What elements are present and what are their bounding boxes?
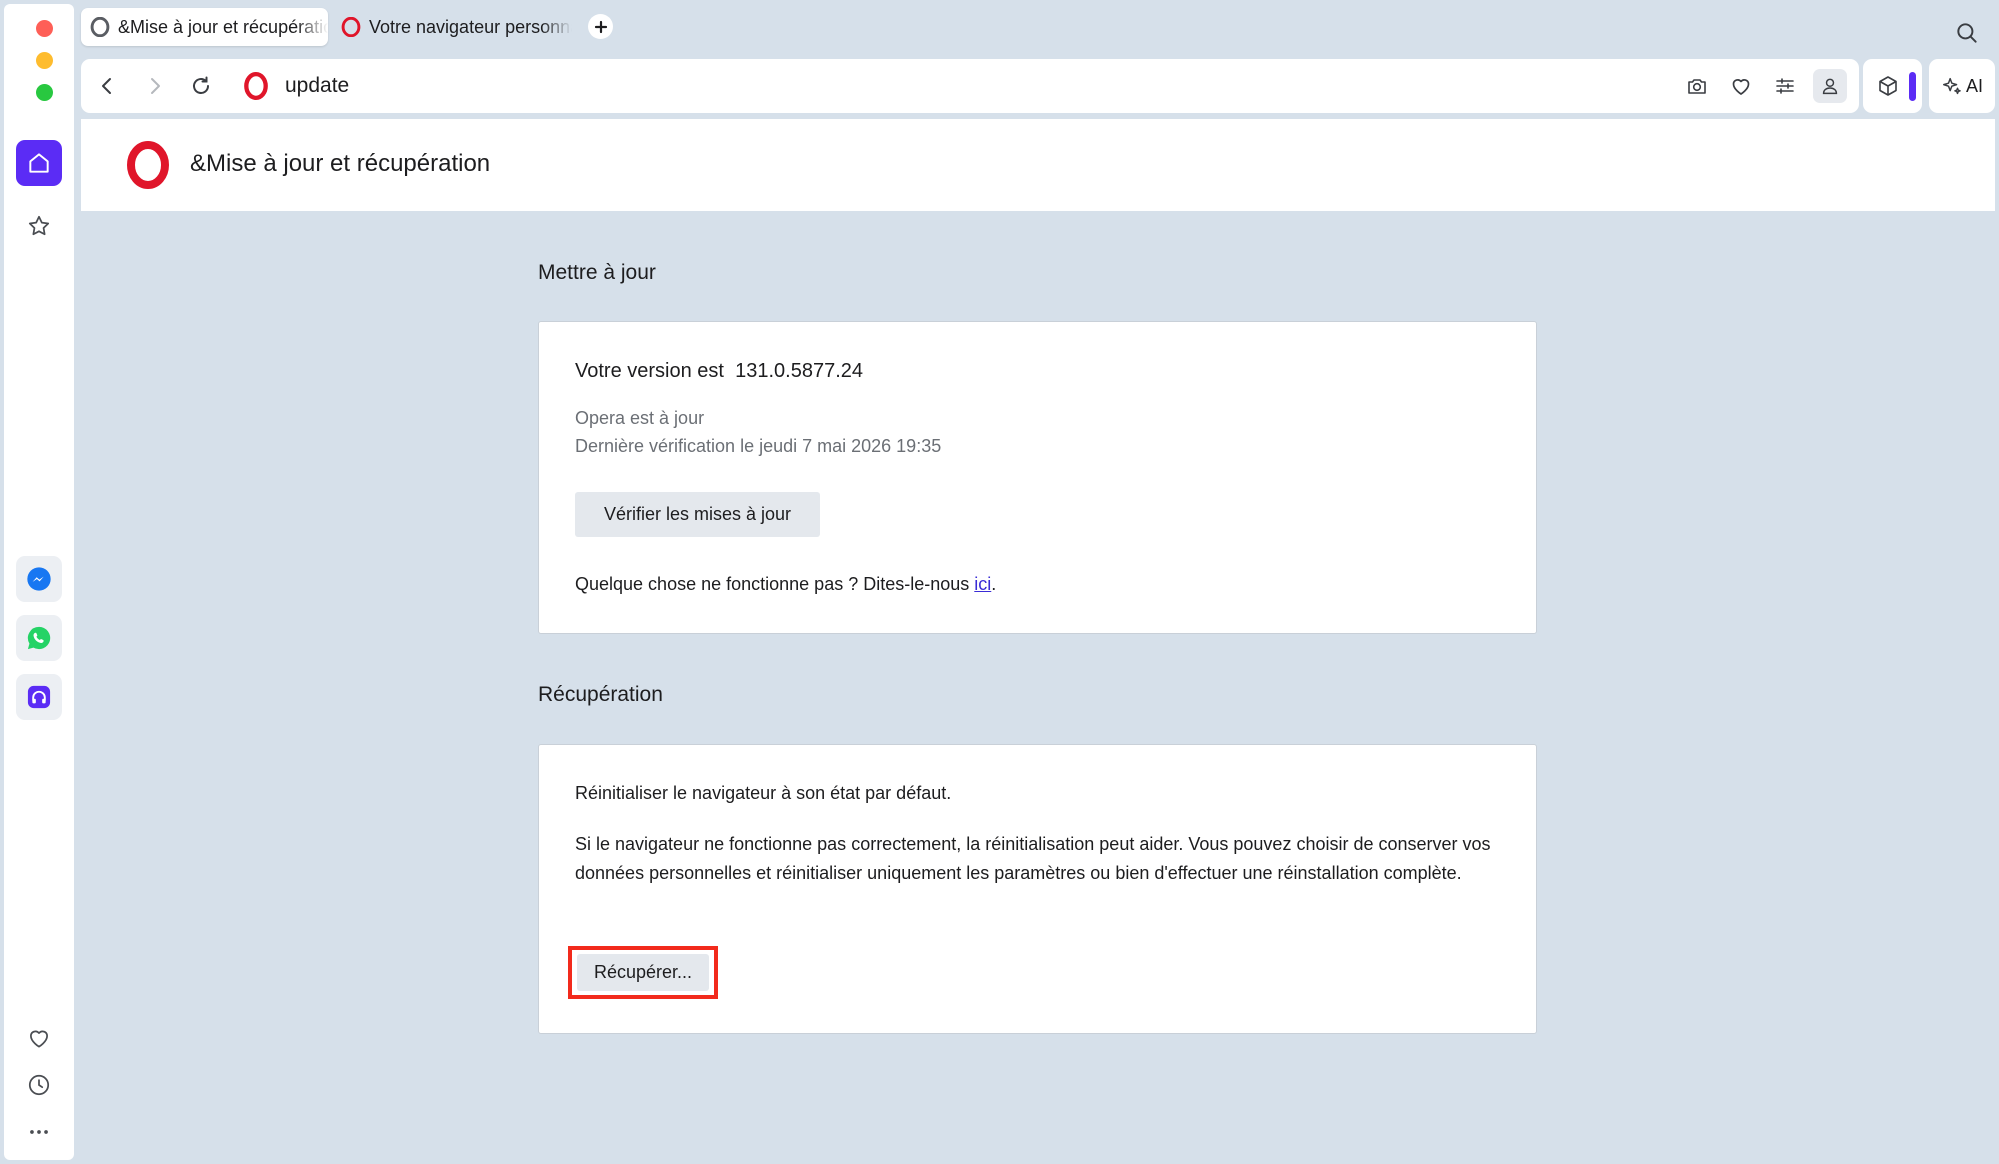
heart-icon [1732,79,1750,95]
opera-logo-icon [341,17,361,37]
chevron-right-icon [151,78,160,94]
recover-button[interactable]: Récupérer... [577,954,709,991]
check-updates-button[interactable]: Vérifier les mises à jour [575,492,820,537]
page-header: &Mise à jour et récupération [81,119,1995,211]
ai-sparkle-icon [1943,77,1961,95]
extension-indicator [1909,72,1916,101]
pinboard-button[interactable] [1727,72,1755,100]
opera-logo-icon [243,72,269,100]
reload-icon [193,76,209,94]
heart-icon [30,1030,48,1048]
easy-setup-button[interactable] [1771,72,1799,100]
feedback-link[interactable]: ici [974,574,991,594]
search-icon [1957,23,1977,43]
aria-ai-button[interactable]: AI [1929,59,1995,113]
version-line: Votre version est 131.0.5877.24 [575,360,863,383]
plus-icon [594,20,607,33]
sidebar-whatsapp-button[interactable] [16,615,62,661]
recovery-section-title: Récupération [538,683,663,706]
new-tab-button[interactable] [588,14,613,39]
history-clock-icon [28,1074,50,1096]
music-player-icon [27,685,51,709]
version-label: Votre version est [575,360,724,382]
window-maximize-button[interactable] [36,84,53,101]
tab-personalized-browser[interactable]: Votre navigateur personnalisé [332,8,572,46]
window-minimize-button[interactable] [36,52,53,69]
opera-tab-icon [90,17,110,37]
feedback-line: Quelque chose ne fonctionne pas ? Dites-… [575,574,996,595]
update-card: Votre version est 131.0.5877.24 Opera es… [538,321,1537,634]
snapshot-button[interactable] [1683,72,1711,100]
more-icon [30,1130,48,1134]
cube-icon [1879,76,1897,96]
tab-label: &Mise à jour et récupération [118,16,328,37]
sidebar [4,4,74,1160]
extensions-box [1863,59,1922,113]
messenger-icon [27,567,51,591]
sidebar-home-button[interactable] [16,140,62,186]
address-input[interactable]: update [285,74,349,98]
window-close-button[interactable] [36,20,53,37]
camera-icon [1688,79,1706,94]
back-button[interactable] [95,74,119,98]
extensions-button[interactable] [1876,74,1900,98]
reset-description: Si le navigateur ne fonctionne pas corre… [575,834,1491,883]
reload-button[interactable] [189,74,213,98]
home-icon [29,153,49,173]
sidebar-pinboards-button[interactable] [16,1015,62,1061]
update-status: Opera est à jour [575,408,705,428]
tab-search-button[interactable] [1954,20,1980,51]
feedback-text: Quelque chose ne fonctionne pas ? Dites-… [575,574,975,594]
address-bar: update [81,59,1859,113]
forward-button[interactable] [143,74,167,98]
whatsapp-icon [27,626,51,650]
sidebar-more-button[interactable] [16,1109,62,1155]
reset-title: Réinitialiser le navigateur à son état p… [575,783,952,803]
tab-update-recovery[interactable]: &Mise à jour et récupération [81,8,328,46]
sidebar-history-button[interactable] [16,1062,62,1108]
ai-label: AI [1965,75,1983,96]
profile-button[interactable] [1813,69,1847,103]
profile-icon [1822,78,1838,95]
recover-button-highlight: Récupérer... [568,946,718,999]
opera-logo-icon [125,141,171,189]
star-icon [28,215,50,236]
tab-label: Votre navigateur personnalisé [369,16,572,37]
page-title: &Mise à jour et récupération [190,150,491,177]
version-value: 131.0.5877.24 [735,360,863,382]
update-section-title: Mettre à jour [538,261,656,284]
sidebar-messenger-button[interactable] [16,556,62,602]
feedback-period: . [991,574,997,594]
recovery-card: Réinitialiser le navigateur à son état p… [538,744,1537,1034]
sidebar-music-player-button[interactable] [16,674,62,720]
sliders-icon [1776,78,1794,94]
chevron-left-icon [102,78,111,94]
sidebar-speed-dial-button[interactable] [16,203,62,249]
last-check-time: Dernière vérification le jeudi 7 mai 202… [575,436,942,456]
